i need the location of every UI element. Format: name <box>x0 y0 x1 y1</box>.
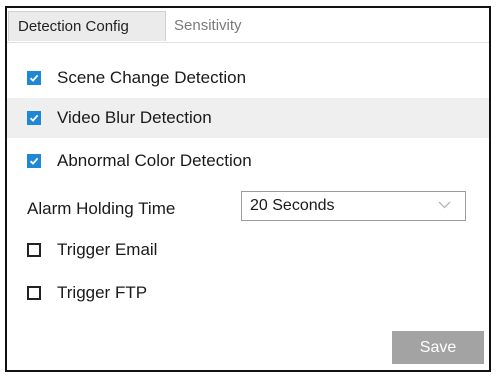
abnormal-color-detection-row[interactable]: Abnormal Color Detection <box>7 141 489 181</box>
video-blur-label: Video Blur Detection <box>57 108 212 127</box>
alarm-holding-time-value: 20 Seconds <box>250 197 335 214</box>
checkmark-icon <box>29 114 39 122</box>
save-button[interactable]: Save <box>392 331 484 364</box>
tab-detection-config[interactable]: Detection Config <box>8 11 166 41</box>
trigger-ftp-checkbox[interactable] <box>27 286 41 300</box>
abnormal-color-checkbox[interactable] <box>27 154 41 168</box>
scene-change-label: Scene Change Detection <box>57 68 247 87</box>
trigger-ftp-label: Trigger FTP <box>57 283 148 302</box>
checkmark-icon <box>29 157 39 165</box>
scene-change-detection-row[interactable]: Scene Change Detection <box>7 58 489 98</box>
scene-change-checkbox[interactable] <box>27 71 41 85</box>
video-blur-detection-row[interactable]: Video Blur Detection <box>7 98 489 138</box>
alarm-holding-time-select[interactable]: 20 Seconds <box>241 191 466 221</box>
trigger-email-row[interactable]: Trigger Email <box>7 230 489 270</box>
video-blur-checkbox[interactable] <box>27 111 41 125</box>
chevron-down-icon <box>438 201 451 209</box>
trigger-email-checkbox[interactable] <box>27 243 41 257</box>
abnormal-color-label: Abnormal Color Detection <box>57 151 252 170</box>
tab-sensitivity[interactable]: Sensitivity <box>174 11 242 41</box>
checkmark-icon <box>29 74 39 82</box>
alarm-holding-time-label: Alarm Holding Time <box>27 199 176 218</box>
trigger-email-label: Trigger Email <box>57 240 158 259</box>
detection-config-panel: Detection Config Sensitivity Scene Chang… <box>5 6 491 372</box>
tab-bar: Detection Config Sensitivity <box>7 8 489 43</box>
trigger-ftp-row[interactable]: Trigger FTP <box>7 273 489 313</box>
